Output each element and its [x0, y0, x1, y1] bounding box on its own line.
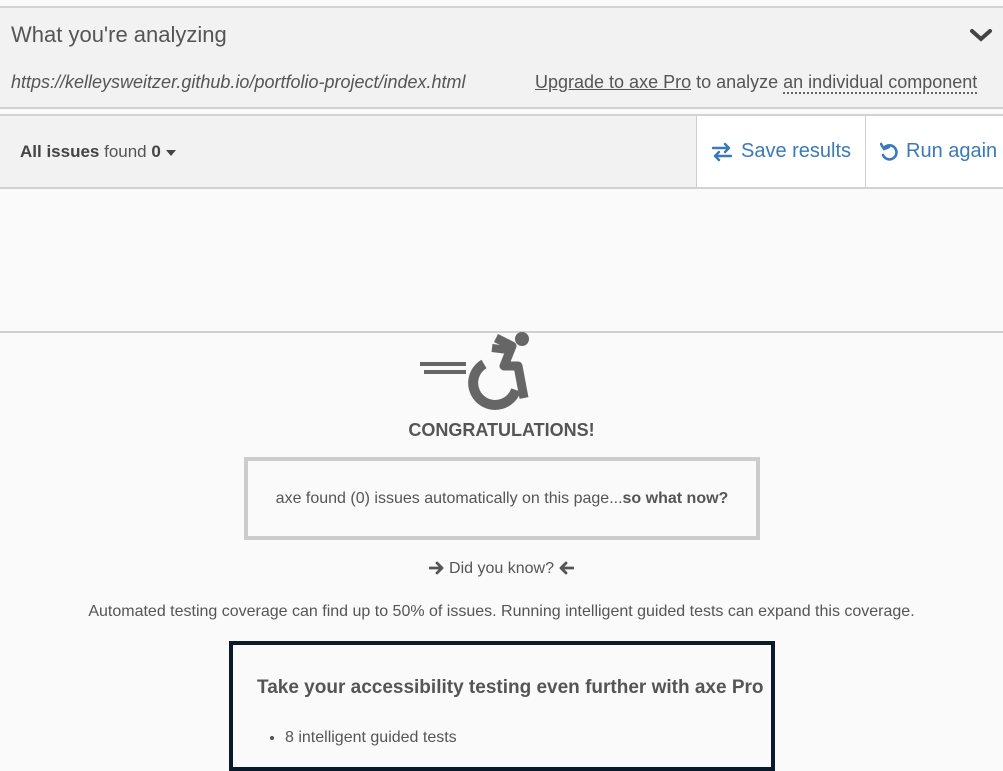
- analyze-title: What you're analyzing: [11, 22, 227, 47]
- accessibility-icon: [420, 332, 529, 410]
- arrow-left-icon: [560, 561, 575, 575]
- chevron-down-icon[interactable]: [969, 26, 993, 44]
- axe-pro-features: 8 intelligent guided tests: [261, 729, 457, 747]
- did-you-know: Did you know?: [0, 560, 1003, 578]
- congratulations-heading: CONGRATULATIONS!: [408, 420, 595, 440]
- arrow-right-icon: [428, 561, 443, 575]
- save-results-label: Save results: [741, 140, 852, 162]
- results-area: [0, 189, 1003, 333]
- refresh-icon: [880, 142, 898, 161]
- analyze-panel: What you're analyzing https://kelleyswei…: [0, 6, 1003, 109]
- found-text: found: [99, 142, 152, 161]
- save-results-button[interactable]: Save results: [696, 116, 865, 187]
- so-what-now-text: so what now?: [622, 489, 729, 507]
- individual-component-tooltip[interactable]: an individual component: [783, 72, 978, 94]
- upgrade-line: Upgrade to axe Pro to analyze an individ…: [535, 72, 978, 94]
- exchange-icon: [711, 142, 733, 161]
- caret-down-icon: [165, 149, 176, 156]
- filter-label: All issues: [20, 142, 100, 161]
- found-message: axe found (0) issues automatically on th…: [275, 489, 623, 507]
- upgrade-text: to analyze: [691, 72, 784, 92]
- did-you-know-text: Did you know?: [444, 560, 559, 577]
- analyzed-url: https://kelleysweitzer.github.io/portfol…: [11, 72, 466, 92]
- run-again-label: Run again: [906, 140, 998, 162]
- upgrade-axe-pro-link[interactable]: Upgrade to axe Pro: [535, 72, 691, 92]
- issues-found-box: axe found (0) issues automatically on th…: [244, 457, 760, 540]
- issue-count: 0: [151, 142, 161, 161]
- issues-filter-dropdown[interactable]: All issues found 0: [20, 142, 176, 162]
- axe-pro-box: Take your accessibility testing even fur…: [229, 641, 775, 771]
- list-item: 8 intelligent guided tests: [285, 729, 457, 747]
- results-toolbar: All issues found 0 Save results Run agai…: [0, 114, 1003, 189]
- axe-pro-title: Take your accessibility testing even fur…: [257, 677, 764, 698]
- run-again-button[interactable]: Run again: [865, 116, 1003, 187]
- coverage-text: Automated testing coverage can find up t…: [88, 603, 915, 620]
